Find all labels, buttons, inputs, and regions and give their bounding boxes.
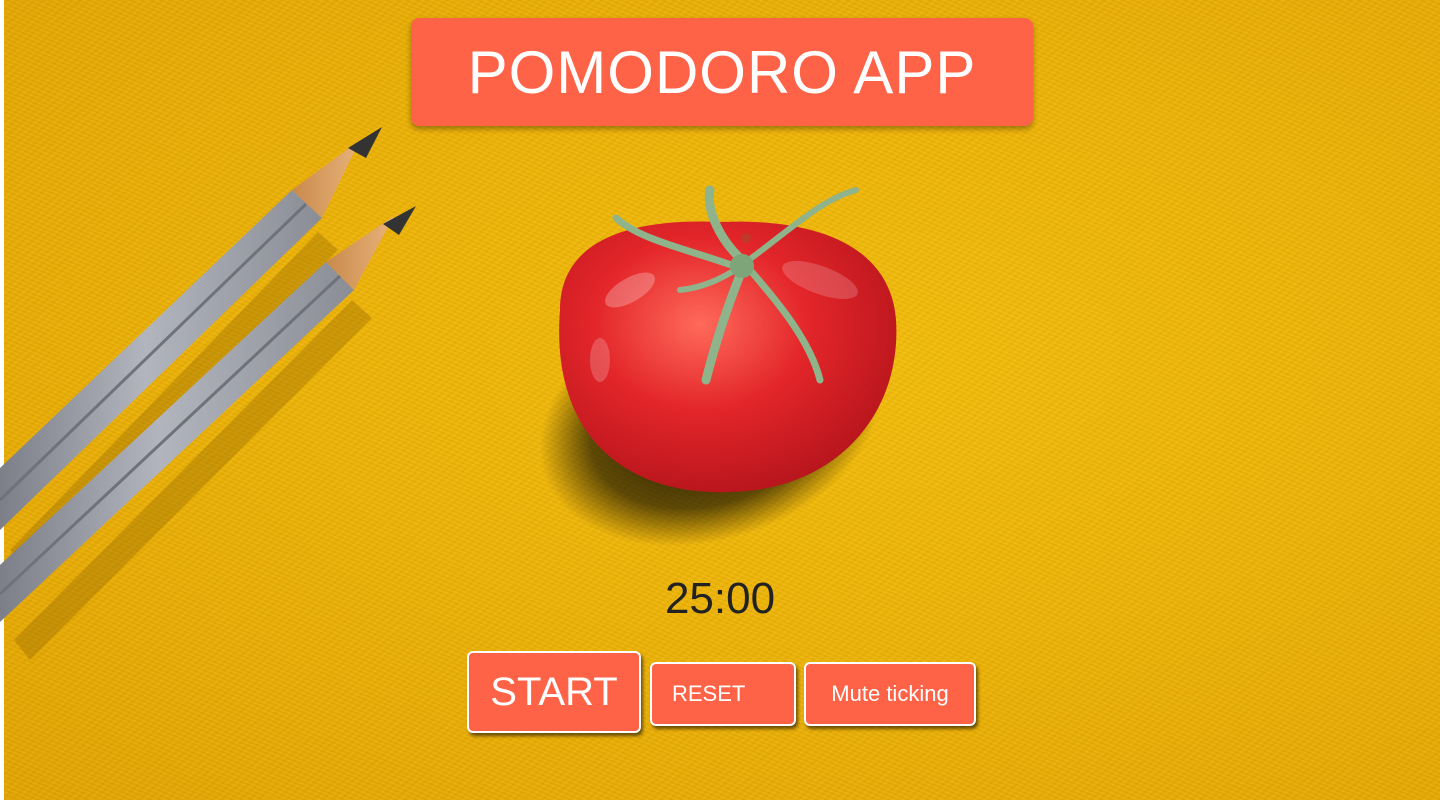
page-title: POMODORO APP xyxy=(467,38,977,106)
title-banner: POMODORO APP xyxy=(411,18,1033,126)
mute-ticking-button[interactable]: Mute ticking xyxy=(804,662,976,726)
start-button[interactable]: START xyxy=(467,651,641,733)
timer-display: 25:00 xyxy=(664,574,776,623)
app-background: POMODORO APP 25:00 START RESET Mute tick… xyxy=(0,0,1440,800)
pencils-decoration xyxy=(0,127,416,660)
tomato-icon xyxy=(539,185,897,547)
reset-button[interactable]: RESET xyxy=(650,662,796,726)
